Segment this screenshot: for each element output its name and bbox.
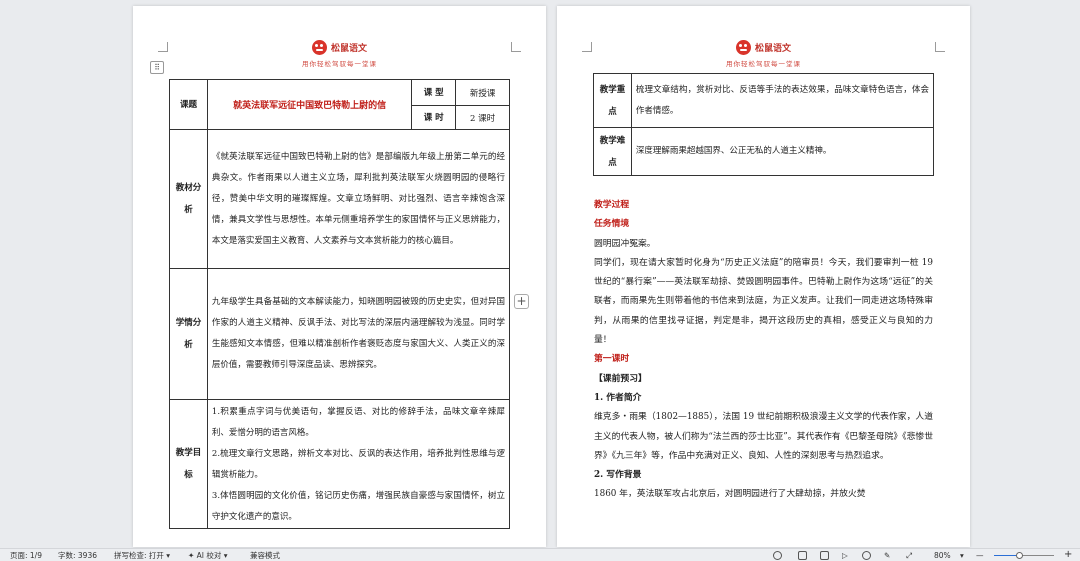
squirrel-logo-icon <box>735 40 751 55</box>
fullscreen-icon[interactable]: ⤢ <box>906 550 912 561</box>
material-analysis-text: 《就英法联军远征中国致巴特勒上尉的信》是部编版九年级上册第二单元的经典杂文。作者… <box>206 129 511 269</box>
student-analysis-text: 九年级学生具备基础的文本解读能力，知晓圆明园被毁的历史史实，但对异国作家的人道主… <box>206 268 511 400</box>
lesson-info-table: 课题 就英法联军远征中国致巴特勒上尉的信 课 型 新授课 课 时 2 课时 教材… <box>169 79 511 529</box>
zoom-out-button[interactable]: — <box>976 550 984 561</box>
title-label: 课题 <box>169 79 208 130</box>
brand-slogan: 用你轻松驾驭每一堂课 <box>302 60 377 68</box>
task-subtitle: 圆明园冲冤案。 <box>594 238 656 249</box>
document-page-2: 松鼠语文 用你轻松驾驭每一堂课 教学重点 梳理文章结构，赏析对比、反语等手法的表… <box>557 6 970 547</box>
task-heading: 任务情境 <box>594 219 630 230</box>
page-view-icon[interactable] <box>798 551 807 560</box>
header-brand: 松鼠语文 用你轻松驾驭每一堂课 <box>133 40 546 68</box>
teaching-goals-cell: 1.积累重点字词与优美语句，掌握反语、对比的修辞手法，品味文章辛辣犀利、爱憎分明… <box>206 399 511 529</box>
lesson1-title: 第一课时 <box>594 354 630 365</box>
row-label-difficulties: 教学难点 <box>593 127 632 176</box>
zoom-slider-knob[interactable] <box>1016 552 1023 559</box>
word-count[interactable]: 字数: 3936 <box>58 550 97 561</box>
header-brand: 松鼠语文 用你轻松驾驭每一堂课 <box>557 40 970 68</box>
row-label-key-points: 教学重点 <box>593 73 632 128</box>
process-title: 教学过程 <box>594 200 630 210</box>
document-page-1: 松鼠语文 用你轻松驾驭每一堂课 课题 就英法联军远征中国致巴特勒上尉的信 课 型… <box>133 6 546 547</box>
goal-item: 2.梳理文章行文思路，辨析文本对比、反讽的表达作用，培养批判性思维与逻辑赏析能力… <box>211 449 505 480</box>
teaching-process-section: 教学过程 任务情境 圆明园冲冤案。 同学们，现在请大家暂时化身为“历史正义法庭”… <box>594 196 933 505</box>
zoom-slider-fill <box>994 555 1018 556</box>
goal-item: 1.积累重点字词与优美语句，掌握反语、对比的修辞手法，品味文章辛辣犀利、爱憎分明… <box>211 407 505 438</box>
brand-slogan: 用你轻松驾驭每一堂课 <box>726 60 801 68</box>
table-move-handle-icon[interactable]: ⠿ <box>150 61 164 74</box>
key-points-text: 梳理文章结构，赏析对比、反语等手法的表达效果，品味文章特色语言，体会作者情感。 <box>630 73 935 128</box>
status-bar: 页面: 1/9 字数: 3936 拼写检查: 打开 ▾ ✦ AI 校对 ▾ 兼容… <box>0 548 1080 561</box>
ai-proofread-button[interactable]: ✦ AI 校对 ▾ <box>188 550 228 561</box>
zoom-dropdown-icon[interactable]: ▾ <box>960 550 964 561</box>
goal-item: 3.体悟圆明园的文化价值，铭记历史伤痛，增强民族自豪感与家国情怀，树立守护文化遗… <box>211 491 505 522</box>
play-icon[interactable]: ▷ <box>842 550 848 561</box>
add-row-button[interactable]: + <box>514 294 529 309</box>
squirrel-logo-icon <box>311 40 327 55</box>
author-text: 维克多・雨果（1802—1885），法国 19 世纪前期积极浪漫主义文学的代表作… <box>594 412 933 461</box>
type-label: 课 型 <box>411 79 457 106</box>
brand-name: 松鼠语文 <box>330 44 367 54</box>
outline-view-icon[interactable] <box>820 551 829 560</box>
hours-label: 课 时 <box>411 105 457 130</box>
zoom-level[interactable]: 80% <box>934 550 951 561</box>
type-value: 新授课 <box>455 79 510 106</box>
row-label-material: 教材分析 <box>169 129 208 269</box>
row-label-goals: 教学目标 <box>169 399 208 529</box>
lesson-title: 就英法联军远征中国致巴特勒上尉的信 <box>206 79 413 130</box>
web-view-icon[interactable] <box>862 551 871 560</box>
author-heading: 1. 作者简介 <box>594 392 642 403</box>
hours-value: 2 课时 <box>455 105 510 130</box>
compat-mode-label: 兼容模式 <box>250 551 280 560</box>
zoom-in-button[interactable]: + <box>1064 549 1072 560</box>
pen-icon[interactable]: ✎ <box>884 550 890 561</box>
preview-heading: 【课前预习】 <box>594 373 647 384</box>
background-heading: 2. 写作背景 <box>594 470 642 481</box>
page-counter[interactable]: 页面: 1/9 <box>10 550 42 561</box>
background-text: 1860 年，英法联军攻占北京后，对圆明园进行了大肆劫掠，并放火焚 <box>594 489 866 500</box>
focus-table: 教学重点 梳理文章结构，赏析对比、反语等手法的表达效果，品味文章特色语言，体会作… <box>593 73 935 176</box>
row-label-students: 学情分析 <box>169 268 208 400</box>
task-text: 同学们，现在请大家暂时化身为“历史正义法庭”的陪审员！今天，我们要审判一桩 19… <box>594 257 933 346</box>
brand-name: 松鼠语文 <box>754 44 791 54</box>
spell-check-toggle[interactable]: 拼写检查: 打开 ▾ <box>114 550 170 561</box>
difficulties-text: 深度理解雨果超越国界、公正无私的人道主义精神。 <box>630 127 935 176</box>
eye-protection-icon[interactable] <box>773 551 782 560</box>
